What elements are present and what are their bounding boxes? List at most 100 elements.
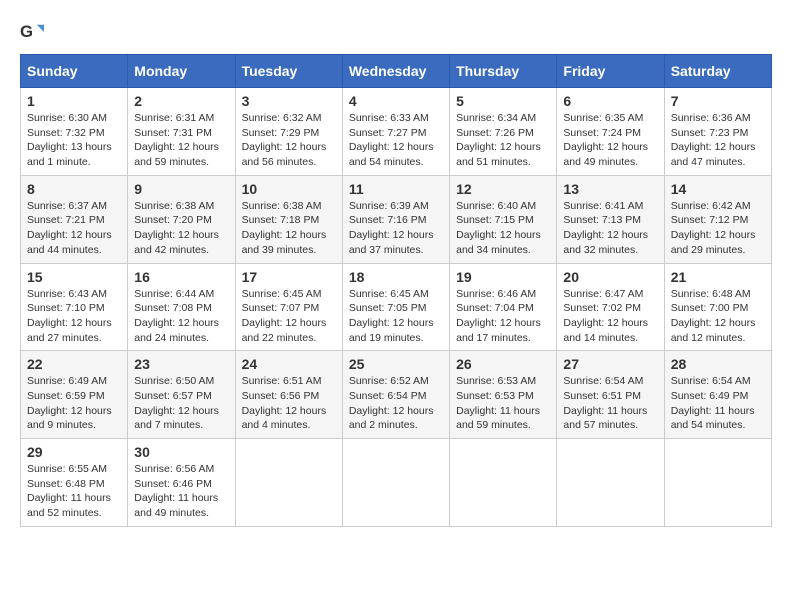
day-number: 17 xyxy=(242,269,336,285)
calendar-cell: 10 Sunrise: 6:38 AMSunset: 7:18 PMDayligh… xyxy=(235,175,342,263)
day-number: 30 xyxy=(134,444,228,460)
calendar-cell: 15 Sunrise: 6:43 AMSunset: 7:10 PMDayligh… xyxy=(21,263,128,351)
column-header-monday: Monday xyxy=(128,55,235,88)
calendar-week-row: 22 Sunrise: 6:49 AMSunset: 6:59 PMDayligh… xyxy=(21,351,772,439)
day-info: Sunrise: 6:52 AMSunset: 6:54 PMDaylight:… xyxy=(349,374,443,433)
day-info: Sunrise: 6:38 AMSunset: 7:18 PMDaylight:… xyxy=(242,199,336,258)
day-info: Sunrise: 6:56 AMSunset: 6:46 PMDaylight:… xyxy=(134,462,228,521)
calendar-cell: 30 Sunrise: 6:56 AMSunset: 6:46 PMDayligh… xyxy=(128,439,235,527)
calendar-cell: 2 Sunrise: 6:31 AMSunset: 7:31 PMDaylight… xyxy=(128,88,235,176)
calendar-cell: 27 Sunrise: 6:54 AMSunset: 6:51 PMDayligh… xyxy=(557,351,664,439)
day-info: Sunrise: 6:32 AMSunset: 7:29 PMDaylight:… xyxy=(242,111,336,170)
day-number: 13 xyxy=(563,181,657,197)
day-info: Sunrise: 6:39 AMSunset: 7:16 PMDaylight:… xyxy=(349,199,443,258)
calendar-cell: 23 Sunrise: 6:50 AMSunset: 6:57 PMDayligh… xyxy=(128,351,235,439)
calendar-cell: 28 Sunrise: 6:54 AMSunset: 6:49 PMDayligh… xyxy=(664,351,771,439)
day-info: Sunrise: 6:43 AMSunset: 7:10 PMDaylight:… xyxy=(27,287,121,346)
day-info: Sunrise: 6:30 AMSunset: 7:32 PMDaylight:… xyxy=(27,111,121,170)
column-header-tuesday: Tuesday xyxy=(235,55,342,88)
calendar-cell: 19 Sunrise: 6:46 AMSunset: 7:04 PMDayligh… xyxy=(450,263,557,351)
day-number: 24 xyxy=(242,356,336,372)
day-info: Sunrise: 6:47 AMSunset: 7:02 PMDaylight:… xyxy=(563,287,657,346)
day-info: Sunrise: 6:40 AMSunset: 7:15 PMDaylight:… xyxy=(456,199,550,258)
calendar-cell: 4 Sunrise: 6:33 AMSunset: 7:27 PMDaylight… xyxy=(342,88,449,176)
day-number: 9 xyxy=(134,181,228,197)
day-number: 2 xyxy=(134,93,228,109)
day-number: 28 xyxy=(671,356,765,372)
day-number: 7 xyxy=(671,93,765,109)
calendar-cell xyxy=(557,439,664,527)
day-info: Sunrise: 6:50 AMSunset: 6:57 PMDaylight:… xyxy=(134,374,228,433)
day-info: Sunrise: 6:37 AMSunset: 7:21 PMDaylight:… xyxy=(27,199,121,258)
calendar-cell xyxy=(235,439,342,527)
day-info: Sunrise: 6:54 AMSunset: 6:49 PMDaylight:… xyxy=(671,374,765,433)
day-number: 16 xyxy=(134,269,228,285)
calendar-cell: 16 Sunrise: 6:44 AMSunset: 7:08 PMDayligh… xyxy=(128,263,235,351)
calendar-week-row: 29 Sunrise: 6:55 AMSunset: 6:48 PMDayligh… xyxy=(21,439,772,527)
calendar-cell: 20 Sunrise: 6:47 AMSunset: 7:02 PMDayligh… xyxy=(557,263,664,351)
calendar-cell: 9 Sunrise: 6:38 AMSunset: 7:20 PMDaylight… xyxy=(128,175,235,263)
calendar-cell xyxy=(450,439,557,527)
column-header-thursday: Thursday xyxy=(450,55,557,88)
day-number: 5 xyxy=(456,93,550,109)
day-info: Sunrise: 6:55 AMSunset: 6:48 PMDaylight:… xyxy=(27,462,121,521)
day-number: 10 xyxy=(242,181,336,197)
day-info: Sunrise: 6:51 AMSunset: 6:56 PMDaylight:… xyxy=(242,374,336,433)
day-number: 27 xyxy=(563,356,657,372)
day-number: 11 xyxy=(349,181,443,197)
column-header-saturday: Saturday xyxy=(664,55,771,88)
column-header-friday: Friday xyxy=(557,55,664,88)
day-number: 23 xyxy=(134,356,228,372)
calendar-cell: 24 Sunrise: 6:51 AMSunset: 6:56 PMDayligh… xyxy=(235,351,342,439)
day-number: 18 xyxy=(349,269,443,285)
calendar-cell: 7 Sunrise: 6:36 AMSunset: 7:23 PMDaylight… xyxy=(664,88,771,176)
day-number: 20 xyxy=(563,269,657,285)
day-info: Sunrise: 6:44 AMSunset: 7:08 PMDaylight:… xyxy=(134,287,228,346)
day-number: 22 xyxy=(27,356,121,372)
calendar-cell: 14Sunrise: 6:42 AMSunset: 7:12 PMDayligh… xyxy=(664,175,771,263)
day-number: 15 xyxy=(27,269,121,285)
day-info: Sunrise: 6:35 AMSunset: 7:24 PMDaylight:… xyxy=(563,111,657,170)
calendar-week-row: 15 Sunrise: 6:43 AMSunset: 7:10 PMDayligh… xyxy=(21,263,772,351)
calendar-week-row: 1 Sunrise: 6:30 AMSunset: 7:32 PMDaylight… xyxy=(21,88,772,176)
day-number: 19 xyxy=(456,269,550,285)
calendar-cell: 1 Sunrise: 6:30 AMSunset: 7:32 PMDaylight… xyxy=(21,88,128,176)
calendar-cell xyxy=(342,439,449,527)
page-header: G xyxy=(20,20,772,44)
day-number: 4 xyxy=(349,93,443,109)
day-info: Sunrise: 6:54 AMSunset: 6:51 PMDaylight:… xyxy=(563,374,657,433)
calendar-cell: 21 Sunrise: 6:48 AMSunset: 7:00 PMDayligh… xyxy=(664,263,771,351)
calendar-cell: 11 Sunrise: 6:39 AMSunset: 7:16 PMDayligh… xyxy=(342,175,449,263)
calendar-cell: 12Sunrise: 6:40 AMSunset: 7:15 PMDayligh… xyxy=(450,175,557,263)
calendar-cell: 26Sunrise: 6:53 AMSunset: 6:53 PMDayligh… xyxy=(450,351,557,439)
day-info: Sunrise: 6:49 AMSunset: 6:59 PMDaylight:… xyxy=(27,374,121,433)
calendar-cell: 25 Sunrise: 6:52 AMSunset: 6:54 PMDayligh… xyxy=(342,351,449,439)
day-number: 1 xyxy=(27,93,121,109)
calendar-cell xyxy=(664,439,771,527)
day-number: 29 xyxy=(27,444,121,460)
calendar-cell: 5Sunrise: 6:34 AMSunset: 7:26 PMDaylight… xyxy=(450,88,557,176)
day-number: 21 xyxy=(671,269,765,285)
logo: G xyxy=(20,20,48,44)
day-number: 25 xyxy=(349,356,443,372)
calendar-header-row: SundayMondayTuesdayWednesdayThursdayFrid… xyxy=(21,55,772,88)
day-info: Sunrise: 6:45 AMSunset: 7:05 PMDaylight:… xyxy=(349,287,443,346)
logo-icon: G xyxy=(20,20,44,44)
day-info: Sunrise: 6:38 AMSunset: 7:20 PMDaylight:… xyxy=(134,199,228,258)
calendar-cell: 8 Sunrise: 6:37 AMSunset: 7:21 PMDaylight… xyxy=(21,175,128,263)
day-info: Sunrise: 6:36 AMSunset: 7:23 PMDaylight:… xyxy=(671,111,765,170)
day-info: Sunrise: 6:33 AMSunset: 7:27 PMDaylight:… xyxy=(349,111,443,170)
day-info: Sunrise: 6:48 AMSunset: 7:00 PMDaylight:… xyxy=(671,287,765,346)
calendar-cell: 6 Sunrise: 6:35 AMSunset: 7:24 PMDaylight… xyxy=(557,88,664,176)
day-info: Sunrise: 6:46 AMSunset: 7:04 PMDaylight:… xyxy=(456,287,550,346)
column-header-sunday: Sunday xyxy=(21,55,128,88)
calendar-cell: 17Sunrise: 6:45 AMSunset: 7:07 PMDayligh… xyxy=(235,263,342,351)
day-number: 14 xyxy=(671,181,765,197)
day-info: Sunrise: 6:31 AMSunset: 7:31 PMDaylight:… xyxy=(134,111,228,170)
calendar-week-row: 8 Sunrise: 6:37 AMSunset: 7:21 PMDaylight… xyxy=(21,175,772,263)
day-number: 6 xyxy=(563,93,657,109)
calendar-cell: 18 Sunrise: 6:45 AMSunset: 7:05 PMDayligh… xyxy=(342,263,449,351)
day-number: 8 xyxy=(27,181,121,197)
calendar-table: SundayMondayTuesdayWednesdayThursdayFrid… xyxy=(20,54,772,527)
day-number: 26 xyxy=(456,356,550,372)
